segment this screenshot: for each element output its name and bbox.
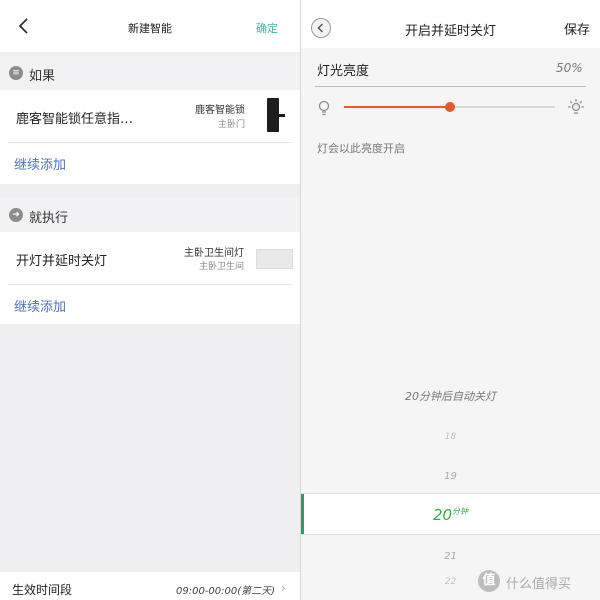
effective-time-value: 09:00-00:00(第二天) xyxy=(176,586,276,597)
watermark-text: 什么值得买 xyxy=(506,577,572,592)
selected-unit: 分钟 xyxy=(452,507,469,516)
lamp-image xyxy=(256,249,293,269)
trigger-device: 鹿客智能锁 xyxy=(195,105,245,116)
if-section-header: ≡ 如果 xyxy=(0,56,300,90)
then-section-label: 就执行 xyxy=(29,211,69,226)
divider xyxy=(8,284,292,285)
picker-selected-row[interactable]: 20分钟 xyxy=(301,493,600,535)
dim-bulb-icon xyxy=(318,100,330,116)
action-device: 主卧卫生间灯 xyxy=(184,248,244,259)
brightness-label: 灯光亮度 xyxy=(317,64,370,79)
chevron-right-icon: › xyxy=(281,581,286,595)
action-room: 主卧卫生间 xyxy=(198,262,244,272)
header-bar: 开启并延时关灯 保存 xyxy=(301,0,600,48)
picker-item[interactable]: 21 xyxy=(301,551,600,562)
add-more-trigger-link[interactable]: 继续添加 xyxy=(14,154,66,173)
then-section-header: ➜ 就执行 xyxy=(0,198,300,232)
auto-off-summary: 20分钟后自动关灯 xyxy=(405,390,496,403)
header-bar: 新建智能 确定 xyxy=(0,0,300,52)
list-icon: ≡ xyxy=(9,66,23,80)
divider xyxy=(315,86,586,87)
effective-time-label: 生效时间段 xyxy=(12,583,73,597)
brightness-slider-knob[interactable] xyxy=(444,102,455,112)
add-more-action-link[interactable]: 继续添加 xyxy=(14,296,66,315)
if-section-label: 如果 xyxy=(29,69,56,84)
trigger-room: 主卧门 xyxy=(217,120,245,130)
brightness-slider-fill xyxy=(344,106,450,108)
action-card: 开灯并延时关灯 主卧卫生间灯 主卧卫生间 继续添加 xyxy=(0,232,300,324)
picker-item[interactable]: 19 xyxy=(301,471,600,482)
divider xyxy=(8,142,292,143)
action-title[interactable]: 开灯并延时关灯 xyxy=(16,250,107,269)
brightness-hint: 灯会以此亮度开启 xyxy=(317,142,405,155)
trigger-card: 鹿客智能锁任意指… 鹿客智能锁 主卧门 继续添加 xyxy=(0,90,300,184)
picker-item[interactable]: 18 xyxy=(301,432,600,442)
smart-lock-handle xyxy=(276,114,285,117)
brightness-value: 50% xyxy=(556,61,583,75)
trigger-title[interactable]: 鹿客智能锁任意指… xyxy=(16,108,133,127)
picker-selected-value: 20分钟 xyxy=(301,506,600,524)
delay-off-settings: 开启并延时关灯 保存 灯光亮度 50% 灯会以此亮度开启 20分钟后自动关灯 1… xyxy=(301,0,600,600)
watermark-logo-icon: 值 xyxy=(478,570,500,592)
bright-bulb-icon xyxy=(568,99,584,114)
effective-time-row[interactable]: 生效时间段 09:00-00:00(第二天) › xyxy=(0,572,300,600)
selected-minutes: 20 xyxy=(432,506,453,524)
page-title: 开启并延时关灯 xyxy=(404,24,496,39)
save-button[interactable]: 保存 xyxy=(564,19,590,38)
page-title: 新建智能 xyxy=(128,22,172,35)
arrow-right-icon: ➜ xyxy=(9,208,23,222)
brightness-slider[interactable] xyxy=(344,102,555,112)
confirm-button[interactable]: 确定 xyxy=(256,20,278,36)
smart-scene-editor: 新建智能 确定 ≡ 如果 鹿客智能锁任意指… 鹿客智能锁 主卧门 继续添加 ➜ … xyxy=(0,0,300,600)
